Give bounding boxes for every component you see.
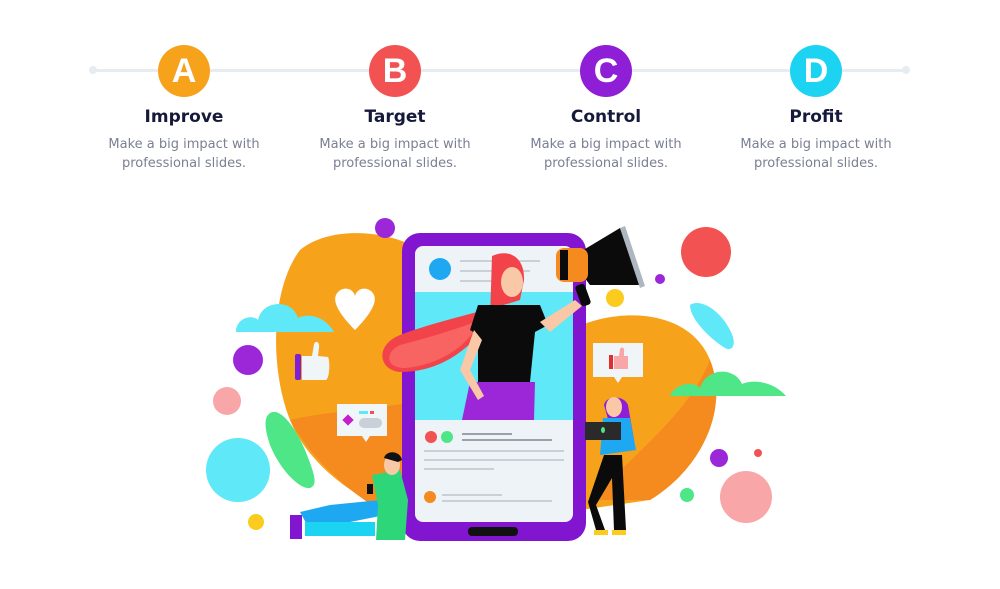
red-circle: [681, 227, 731, 277]
purple-circle: [233, 345, 263, 375]
red-circle: [754, 449, 762, 457]
orange-dot: [424, 491, 436, 503]
profile-avatar: [429, 258, 451, 280]
woman-face: [501, 267, 523, 297]
phone-home-button: [468, 527, 518, 536]
green-circle: [680, 488, 694, 502]
purple-circle: [710, 449, 728, 467]
like-bubble: [593, 343, 643, 383]
cyan-circle: [206, 438, 270, 502]
pink-circle: [720, 471, 772, 523]
purple-circle: [655, 274, 665, 284]
green-dot: [441, 431, 453, 443]
purple-circle: [375, 218, 395, 238]
social-media-illustration: [206, 218, 786, 541]
pink-circle: [213, 387, 241, 415]
yellow-circle: [606, 289, 624, 307]
yellow-circle: [248, 514, 264, 530]
red-dot: [425, 431, 437, 443]
